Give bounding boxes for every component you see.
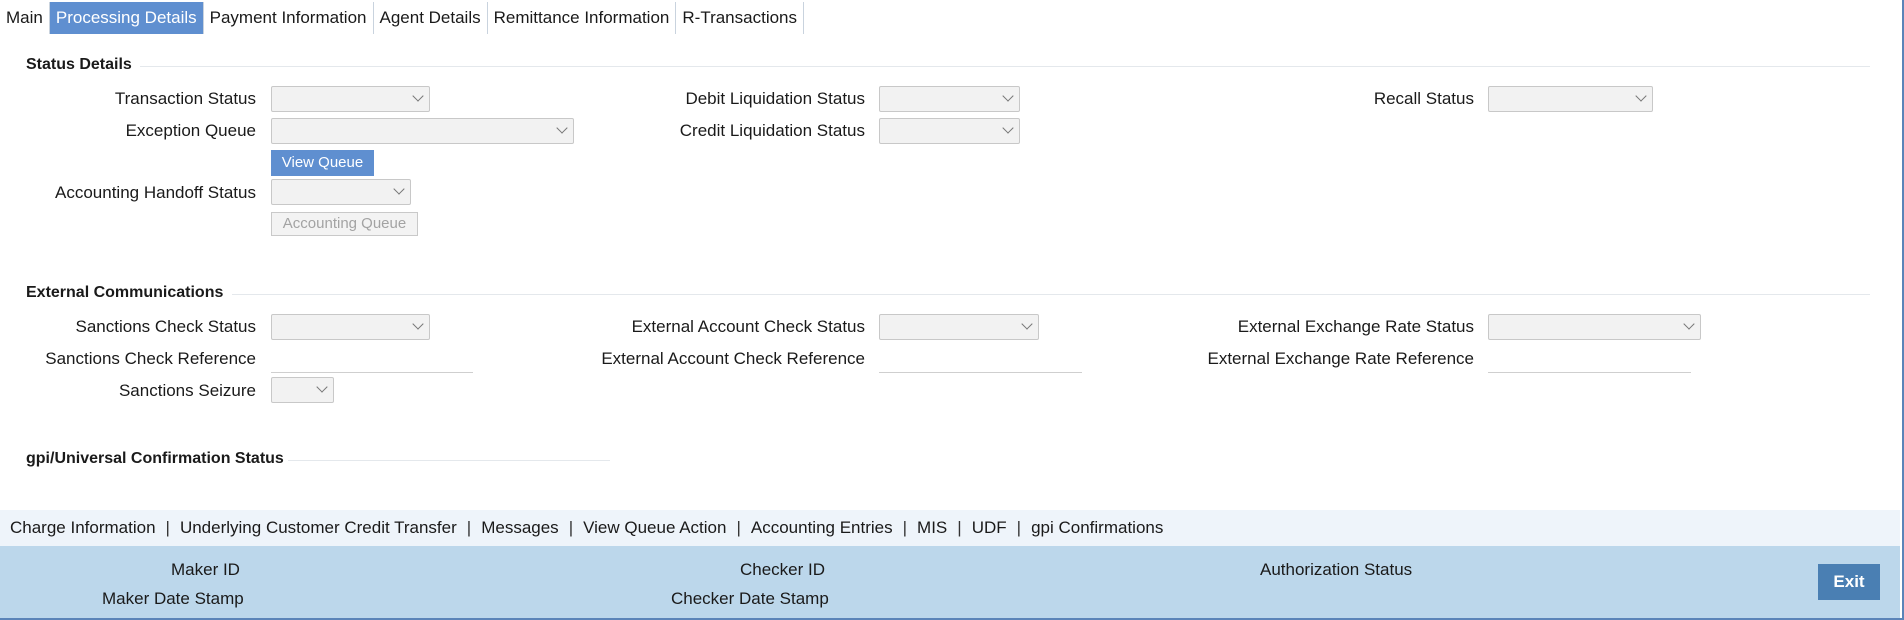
tab-agent-details[interactable]: Agent Details — [374, 2, 488, 34]
udf-link[interactable]: UDF — [962, 518, 1017, 538]
maker-id-label: Maker ID — [171, 560, 240, 579]
authorization-status-label: Authorization Status — [1260, 560, 1413, 579]
view-queue-button[interactable]: View Queue — [271, 150, 374, 176]
chevron-down-icon — [556, 122, 568, 134]
sanctions-seizure-label: Sanctions Seizure — [118, 381, 256, 400]
transaction-status-select[interactable] — [271, 86, 430, 112]
external-communications-heading: External Communications — [26, 284, 224, 301]
chevron-down-icon — [1002, 90, 1014, 102]
exception-queue-label: Exception Queue — [125, 121, 256, 140]
external-exchange-rate-status-select[interactable] — [1488, 314, 1701, 340]
chevron-down-icon — [412, 90, 424, 102]
view-queue-action-link[interactable]: View Queue Action — [573, 518, 736, 538]
chevron-down-icon — [1002, 122, 1014, 134]
accounting-handoff-status-select[interactable] — [271, 179, 411, 205]
external-account-check-status-select[interactable] — [879, 314, 1039, 340]
checker-date-stamp-label: Checker Date Stamp — [671, 589, 829, 608]
external-account-check-reference-field[interactable] — [879, 348, 1082, 373]
sanctions-check-reference-field[interactable] — [271, 348, 473, 373]
tab-processing-details[interactable]: Processing Details — [49, 2, 204, 34]
sanctions-seizure-select[interactable] — [271, 377, 334, 403]
footer-bar: Maker ID Maker Date Stamp Checker ID Che… — [0, 546, 1900, 618]
debit-liquidation-status-label: Debit Liquidation Status — [685, 89, 865, 108]
charge-information-link[interactable]: Charge Information — [0, 518, 166, 538]
tab-payment-information[interactable]: Payment Information — [204, 2, 374, 34]
debit-liquidation-status-select[interactable] — [879, 86, 1020, 112]
exit-button[interactable]: Exit — [1818, 564, 1880, 600]
chevron-down-icon — [393, 183, 405, 195]
chevron-down-icon — [1021, 318, 1033, 330]
status-details-heading: Status Details — [26, 56, 132, 73]
chevron-down-icon — [1635, 90, 1647, 102]
mis-link[interactable]: MIS — [907, 518, 957, 538]
sanctions-check-status-select[interactable] — [271, 314, 430, 340]
section-divider — [232, 294, 1870, 295]
recall-status-label: Recall Status — [1373, 89, 1474, 108]
accounting-handoff-status-label: Accounting Handoff Status — [55, 183, 256, 202]
tab-r-transactions[interactable]: R-Transactions — [676, 2, 805, 34]
gpi-confirmation-status-heading: gpi/Universal Confirmation Status — [26, 450, 284, 467]
underlying-customer-credit-transfer-link[interactable]: Underlying Customer Credit Transfer — [170, 518, 467, 538]
exception-queue-select[interactable] — [271, 118, 574, 144]
tab-main[interactable]: Main — [0, 2, 50, 34]
messages-link[interactable]: Messages — [471, 518, 568, 538]
tab-bar: Main Processing Details Payment Informat… — [0, 2, 805, 34]
external-exchange-rate-reference-field[interactable] — [1488, 348, 1691, 373]
external-exchange-rate-status-label: External Exchange Rate Status — [1237, 317, 1474, 336]
checker-id-label: Checker ID — [740, 560, 826, 579]
chevron-down-icon — [1683, 318, 1695, 330]
maker-date-stamp-label: Maker Date Stamp — [102, 589, 244, 608]
accounting-queue-button[interactable]: Accounting Queue — [271, 212, 418, 236]
chevron-down-icon — [316, 381, 328, 393]
recall-status-select[interactable] — [1488, 86, 1653, 112]
gpi-confirmations-link[interactable]: gpi Confirmations — [1021, 518, 1173, 538]
section-divider — [288, 460, 610, 461]
sanctions-check-status-label: Sanctions Check Status — [75, 317, 256, 336]
sanctions-check-reference-label: Sanctions Check Reference — [45, 349, 256, 368]
section-divider — [140, 66, 1870, 67]
bottom-link-bar: Charge Information | Underlying Customer … — [0, 510, 1900, 546]
external-account-check-reference-label: External Account Check Reference — [601, 349, 865, 368]
chevron-down-icon — [412, 318, 424, 330]
credit-liquidation-status-label: Credit Liquidation Status — [679, 121, 865, 140]
transaction-status-label: Transaction Status — [114, 89, 256, 108]
accounting-entries-link[interactable]: Accounting Entries — [741, 518, 903, 538]
tab-remittance-information[interactable]: Remittance Information — [488, 2, 677, 34]
credit-liquidation-status-select[interactable] — [879, 118, 1020, 144]
external-exchange-rate-reference-label: External Exchange Rate Reference — [1207, 349, 1475, 368]
external-account-check-status-label: External Account Check Status — [631, 317, 865, 336]
